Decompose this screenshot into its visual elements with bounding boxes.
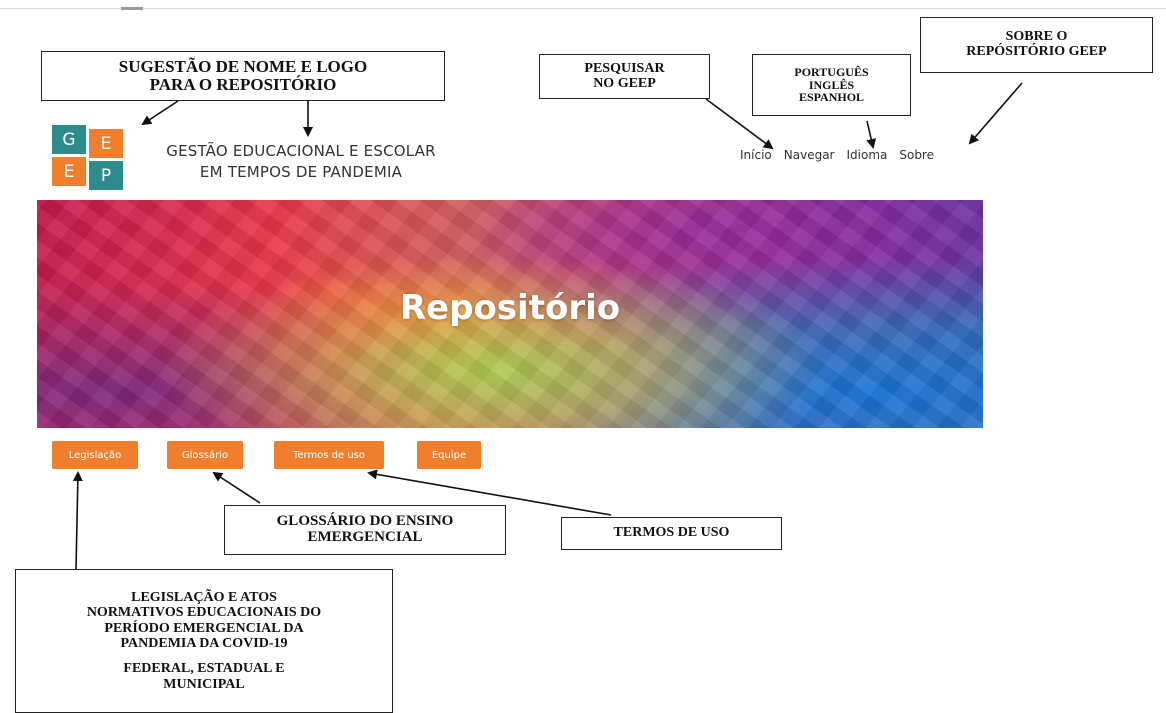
equipe-button[interactable]: Equipe <box>417 441 481 469</box>
nav-sobre[interactable]: Sobre <box>899 148 934 162</box>
arrow-glossary <box>212 471 261 504</box>
geep-logo[interactable]: G E E P <box>52 125 126 190</box>
logo-tile-p: P <box>89 161 123 190</box>
top-divider <box>0 8 1166 9</box>
brand-name: GESTÃO EDUCACIONAL E ESCOLAR EM TEMPOS D… <box>131 141 471 183</box>
annotation-language: PORTUGUÊS INGLÊS ESPANHOL <box>752 54 911 116</box>
nav-idioma[interactable]: Idioma <box>846 148 887 162</box>
banner-title: Repositório <box>399 288 621 328</box>
glossario-button[interactable]: Glossário <box>167 441 243 469</box>
annotation-line: PERÍODO EMERGENCIAL DA <box>104 620 304 636</box>
top-tab-mark <box>121 7 143 10</box>
logo-tile-e: E <box>89 129 123 158</box>
annotation-line: ESPANHOL <box>798 90 865 105</box>
annotation-line: SOBRE O <box>1005 29 1068 45</box>
annotation-line: PARA O REPOSITÓRIO <box>149 75 337 94</box>
arrow-logo-left <box>141 100 179 126</box>
nav-inicio[interactable]: Início <box>740 148 772 162</box>
arrow-language <box>866 120 877 149</box>
annotation-glossary: GLOSSÁRIO DO ENSINO EMERGENCIAL <box>224 505 506 555</box>
annotation-line: MUNICIPAL <box>163 676 245 692</box>
logo-tile-g: G <box>52 125 86 154</box>
annotation-line: EMERGENCIAL <box>307 529 423 545</box>
nav-navegar[interactable]: Navegar <box>784 148 835 162</box>
top-nav: Início Navegar Idioma Sobre <box>740 148 934 162</box>
annotation-about: SOBRE O REPÓSITÓRIO GEEP <box>920 17 1153 73</box>
legislacao-button[interactable]: Legislação <box>52 441 138 469</box>
annotation-line: LEGISLAÇÃO E ATOS <box>131 589 277 605</box>
annotation-line: REPÓSITÓRIO GEEP <box>966 44 1107 59</box>
annotation-line: GLOSSÁRIO DO ENSINO <box>276 513 454 530</box>
annotation-line: PESQUISAR <box>584 60 665 76</box>
hero-banner: Repositório <box>37 200 983 428</box>
brand-line-1: GESTÃO EDUCACIONAL E ESCOLAR <box>166 142 436 160</box>
brand-line-2: EM TEMPOS DE PANDEMIA <box>199 163 403 181</box>
logo-tile-e: E <box>52 157 86 186</box>
arrow-legislation <box>72 471 83 570</box>
annotation-line: TERMOS DE USO <box>613 525 730 541</box>
annotation-line: PORTUGUÊS <box>794 65 869 80</box>
annotation-line: NO GEEP <box>593 75 656 91</box>
arrow-about <box>968 82 1023 145</box>
termos-de-uso-button[interactable]: Termos de uso <box>274 441 384 469</box>
annotation-line: NORMATIVOS EDUCACIONAIS DO <box>86 605 322 621</box>
annotation-logo: SUGESTÃO DE NOME E LOGO PARA O REPOSITÓR… <box>41 51 445 101</box>
annotation-line: SUGESTÃO DE NOME E LOGO <box>118 57 368 77</box>
annotation-line: PANDEMIA DA COVID-19 <box>120 636 288 651</box>
annotation-terms: TERMOS DE USO <box>561 517 782 550</box>
annotation-line: FEDERAL, ESTADUAL E <box>123 661 285 677</box>
annotation-legislation: LEGISLAÇÃO E ATOS NORMATIVOS EDUCACIONAI… <box>15 569 393 713</box>
annotation-search: PESQUISAR NO GEEP <box>539 54 710 99</box>
